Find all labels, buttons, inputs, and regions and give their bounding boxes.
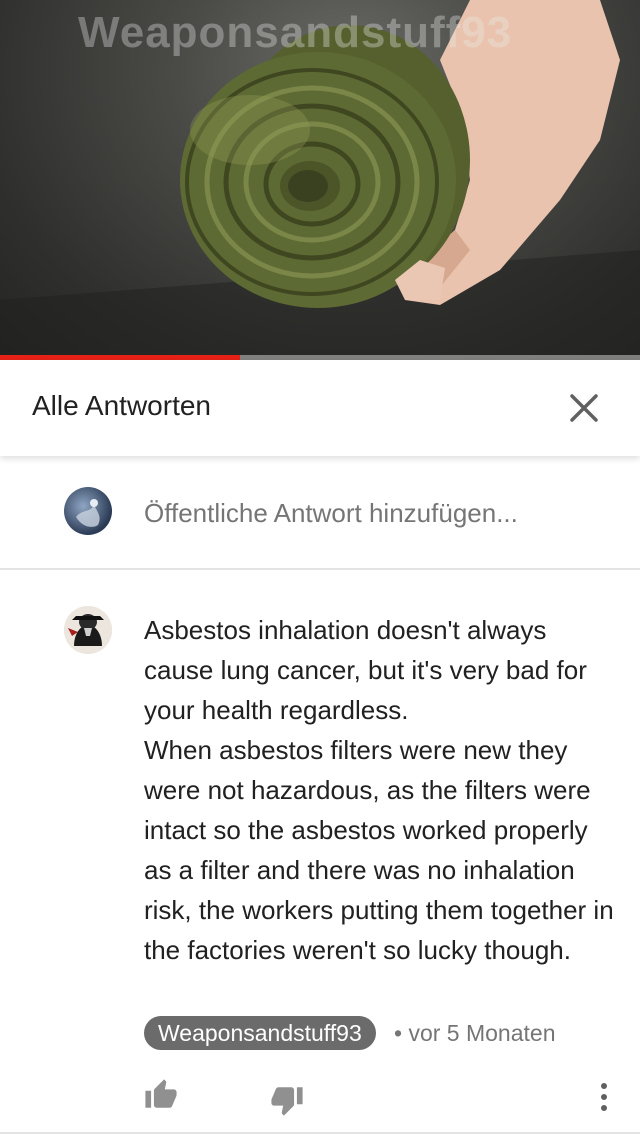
- comment-meta: • vor 5 Monaten: [394, 1020, 555, 1047]
- video-player[interactable]: Weaponsandstuff93: [0, 0, 640, 360]
- close-button[interactable]: [560, 384, 608, 432]
- reply-input[interactable]: Öffentliche Antwort hinzufügen...: [144, 498, 518, 529]
- meta-separator: •: [394, 1020, 403, 1046]
- comment: Asbestos inhalation doesn't always cause…: [0, 570, 640, 1136]
- replies-title: Alle Antworten: [32, 390, 211, 421]
- user-avatar: [64, 487, 112, 535]
- comment-text: Asbestos inhalation doesn't always cause…: [144, 615, 614, 965]
- add-reply-row[interactable]: Öffentliche Antwort hinzufügen...: [0, 456, 640, 570]
- thumbs-down-icon: [271, 1087, 303, 1116]
- dislike-button[interactable]: [270, 1083, 304, 1117]
- close-icon: [570, 394, 598, 422]
- divider: [0, 1132, 640, 1134]
- thumbs-up-icon: [145, 1079, 177, 1108]
- like-button[interactable]: [144, 1078, 178, 1112]
- author-name-badge[interactable]: Weaponsandstuff93: [144, 1016, 376, 1050]
- video-watermark: Weaponsandstuff93: [78, 8, 513, 57]
- author-avatar[interactable]: [64, 606, 112, 654]
- comment-timestamp: vor 5 Monaten: [408, 1020, 556, 1046]
- more-vert-icon: [601, 1083, 607, 1111]
- more-options-button[interactable]: [592, 1080, 616, 1114]
- replies-header: Alle Antworten: [0, 360, 640, 456]
